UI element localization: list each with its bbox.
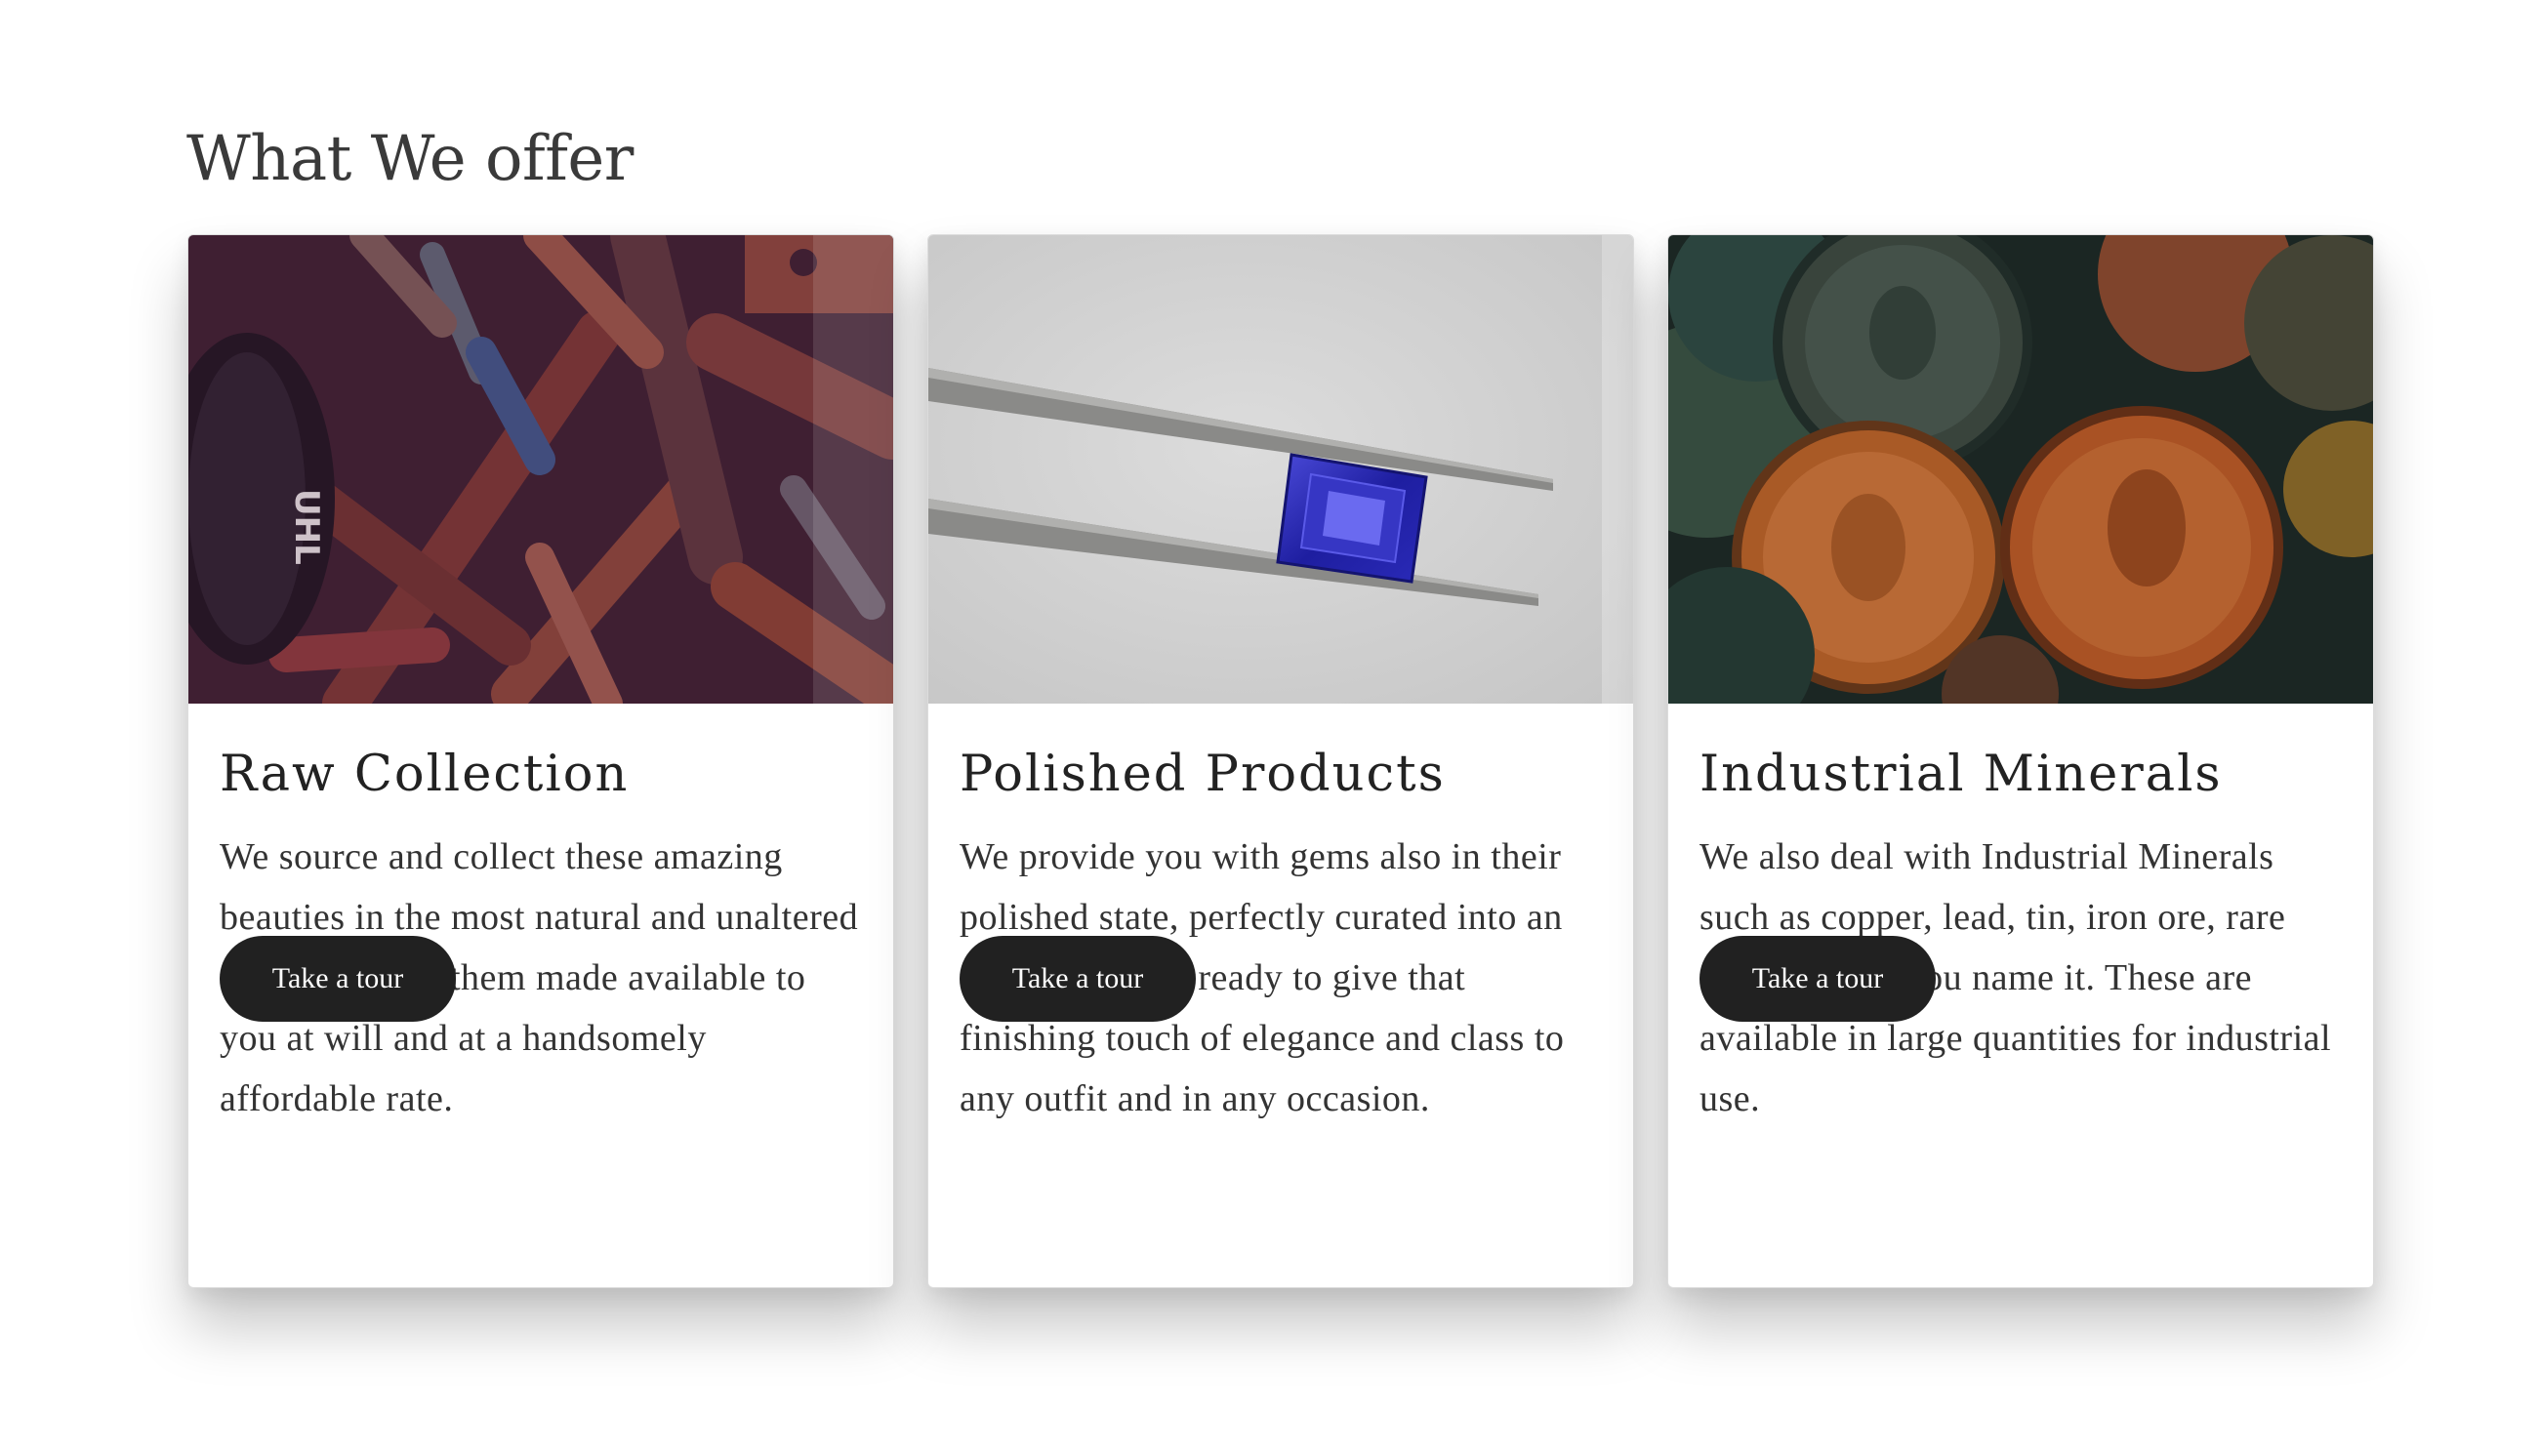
rusty-scrap-image: UHL [188,235,893,704]
offer-section: What We offer Raw Collection We source a… [0,0,2539,1456]
polished-products-image [928,235,1633,704]
card-title: Industrial Minerals [1699,746,2223,803]
card-body: Industrial Minerals We also deal with In… [1699,704,2344,1129]
take-a-tour-button[interactable]: Take a tour [960,936,1196,1022]
raw-collection-image: UHL [188,235,893,704]
section-title: What We offer [186,123,634,195]
card-polished-products: Polished Products We provide you with ge… [927,234,1634,1288]
card-industrial-minerals: Industrial Minerals We also deal with In… [1667,234,2374,1288]
offer-cards: UHL Raw Collection We source and collect… [187,234,2374,1288]
card-title: Polished Products [960,746,1446,803]
industrial-minerals-image [1668,235,2373,704]
take-a-tour-button[interactable]: Take a tour [1699,936,1936,1022]
gem-icon [1276,453,1428,584]
take-a-tour-button[interactable]: Take a tour [220,936,456,1022]
gem-tweezers-image [928,235,1633,704]
ancient-coins-image [1668,235,2373,704]
card-raw-collection: UHL Raw Collection We source and collect… [187,234,894,1288]
card-body: Raw Collection We source and collect the… [220,704,864,1129]
card-title: Raw Collection [220,746,630,803]
card-body: Polished Products We provide you with ge… [960,704,1604,1129]
